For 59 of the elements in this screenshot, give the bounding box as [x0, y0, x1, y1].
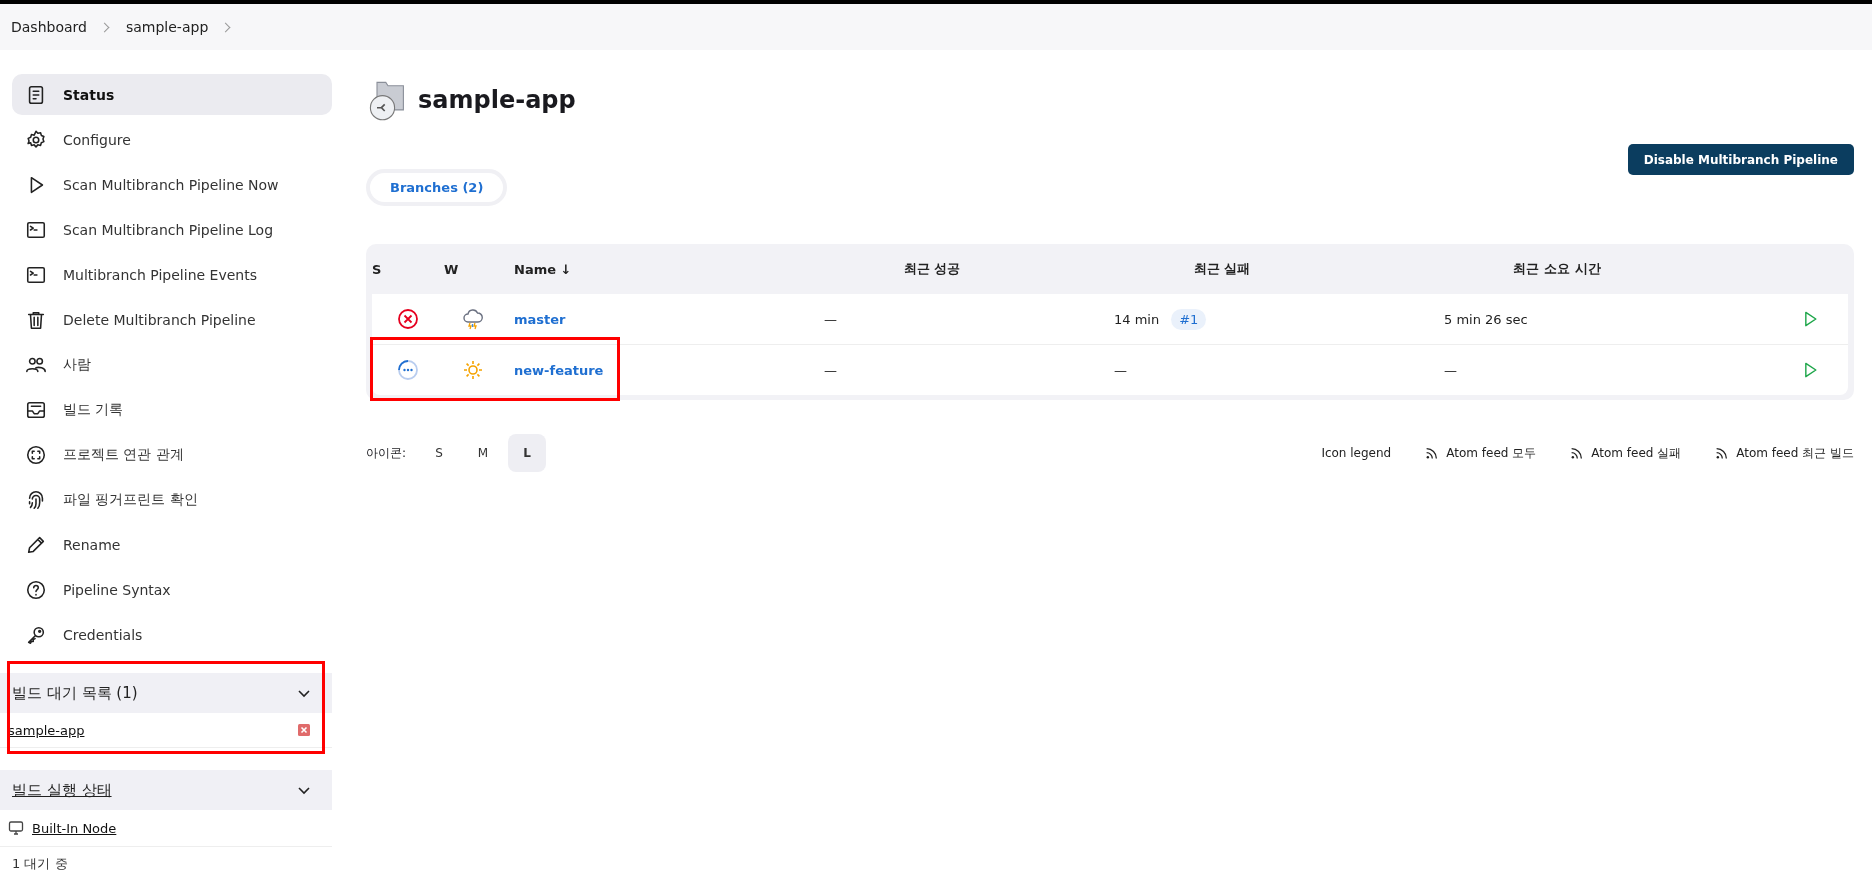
widget-title: 빌드 대기 목록 (1)	[12, 683, 138, 703]
sidebar-item[interactable]: 파일 핑거프린트 확인	[12, 479, 332, 520]
sidebar-item[interactable]: Credentials	[12, 614, 332, 655]
table-cell: —	[824, 362, 837, 378]
table-cell: —	[1114, 362, 1127, 378]
sidebar-item[interactable]: Pipeline Syntax	[12, 569, 332, 610]
footer-link[interactable]: Atom feed 실패	[1570, 444, 1682, 462]
column-header: 최근 성공	[902, 260, 962, 278]
focus-icon	[25, 443, 47, 466]
storm-cloud-icon	[461, 307, 485, 331]
footer-link[interactable]: Atom feed 모두	[1425, 444, 1537, 462]
sidebar-item[interactable]: Scan Multibranch Pipeline Log	[12, 209, 332, 250]
tab[interactable]: Branches (2)	[366, 169, 508, 206]
page-title: sample-app	[418, 86, 576, 114]
sun-icon	[461, 358, 485, 382]
monitor-icon	[8, 820, 24, 836]
column-header: W	[444, 261, 460, 277]
branch-link[interactable]: new-feature	[514, 362, 604, 378]
build-number-link[interactable]: #1	[1171, 308, 1207, 330]
feed-icon	[1570, 446, 1584, 460]
icon-size-option[interactable]: L	[508, 434, 547, 472]
sidebar-item[interactable]: Configure	[12, 119, 332, 160]
feed-icon	[1425, 446, 1439, 460]
branch-link[interactable]: master	[514, 311, 566, 327]
help-icon	[25, 578, 47, 601]
queue-item-link[interactable]: sample-app	[8, 722, 85, 738]
widget-header[interactable]: 빌드 실행 상태	[0, 770, 332, 810]
table-cell: 14 min	[1114, 311, 1160, 327]
column-header: 최근 소요 시간	[1512, 260, 1602, 278]
sidebar-item[interactable]: 빌드 기록	[12, 389, 332, 430]
sidebar-item[interactable]: Multibranch Pipeline Events	[12, 254, 332, 295]
column-header[interactable]: Name ↓	[502, 261, 812, 277]
table-cell: —	[824, 311, 837, 327]
icon-size-option[interactable]: M	[464, 434, 503, 472]
icon-size-label: 아이콘:	[366, 444, 407, 462]
sidebar-item[interactable]: Scan Multibranch Pipeline Now	[12, 164, 332, 205]
feed-icon	[1715, 446, 1729, 460]
table-cell: —	[1444, 362, 1457, 378]
cancel-icon[interactable]	[298, 724, 310, 736]
column-header: 최근 실패	[1192, 260, 1252, 278]
breadcrumb-link[interactable]: sample-app	[125, 19, 209, 35]
executor-status: 1 대기 중	[11, 855, 69, 870]
breadcrumb-link[interactable]: Dashboard	[11, 19, 87, 35]
sidebar-item[interactable]: 프로젝트 연관 관계	[12, 434, 332, 475]
sidebar-item[interactable]: Status	[12, 74, 332, 115]
disable-pipeline-button[interactable]: Disable Multibranch Pipeline	[1627, 144, 1854, 175]
widget-title-link[interactable]: 빌드 실행 상태	[12, 780, 112, 800]
sidebar-item[interactable]: Rename	[12, 524, 332, 565]
failed-status-icon	[396, 307, 420, 331]
node-link[interactable]: Built-In Node	[32, 820, 117, 836]
footer-link[interactable]: Atom feed 최근 빌드	[1715, 444, 1854, 462]
sidebar-item[interactable]: Delete Multibranch Pipeline	[12, 299, 332, 340]
icon-size-option[interactable]: S	[420, 434, 459, 472]
widget-header[interactable]: 빌드 대기 목록 (1)	[0, 673, 332, 713]
table-cell: 5 min 26 sec	[1444, 311, 1528, 327]
in-progress-status-icon	[396, 358, 420, 382]
column-header: S	[372, 261, 383, 277]
footer-link[interactable]: Icon legend	[1321, 446, 1392, 460]
sidebar-item[interactable]: 사람	[12, 344, 332, 385]
